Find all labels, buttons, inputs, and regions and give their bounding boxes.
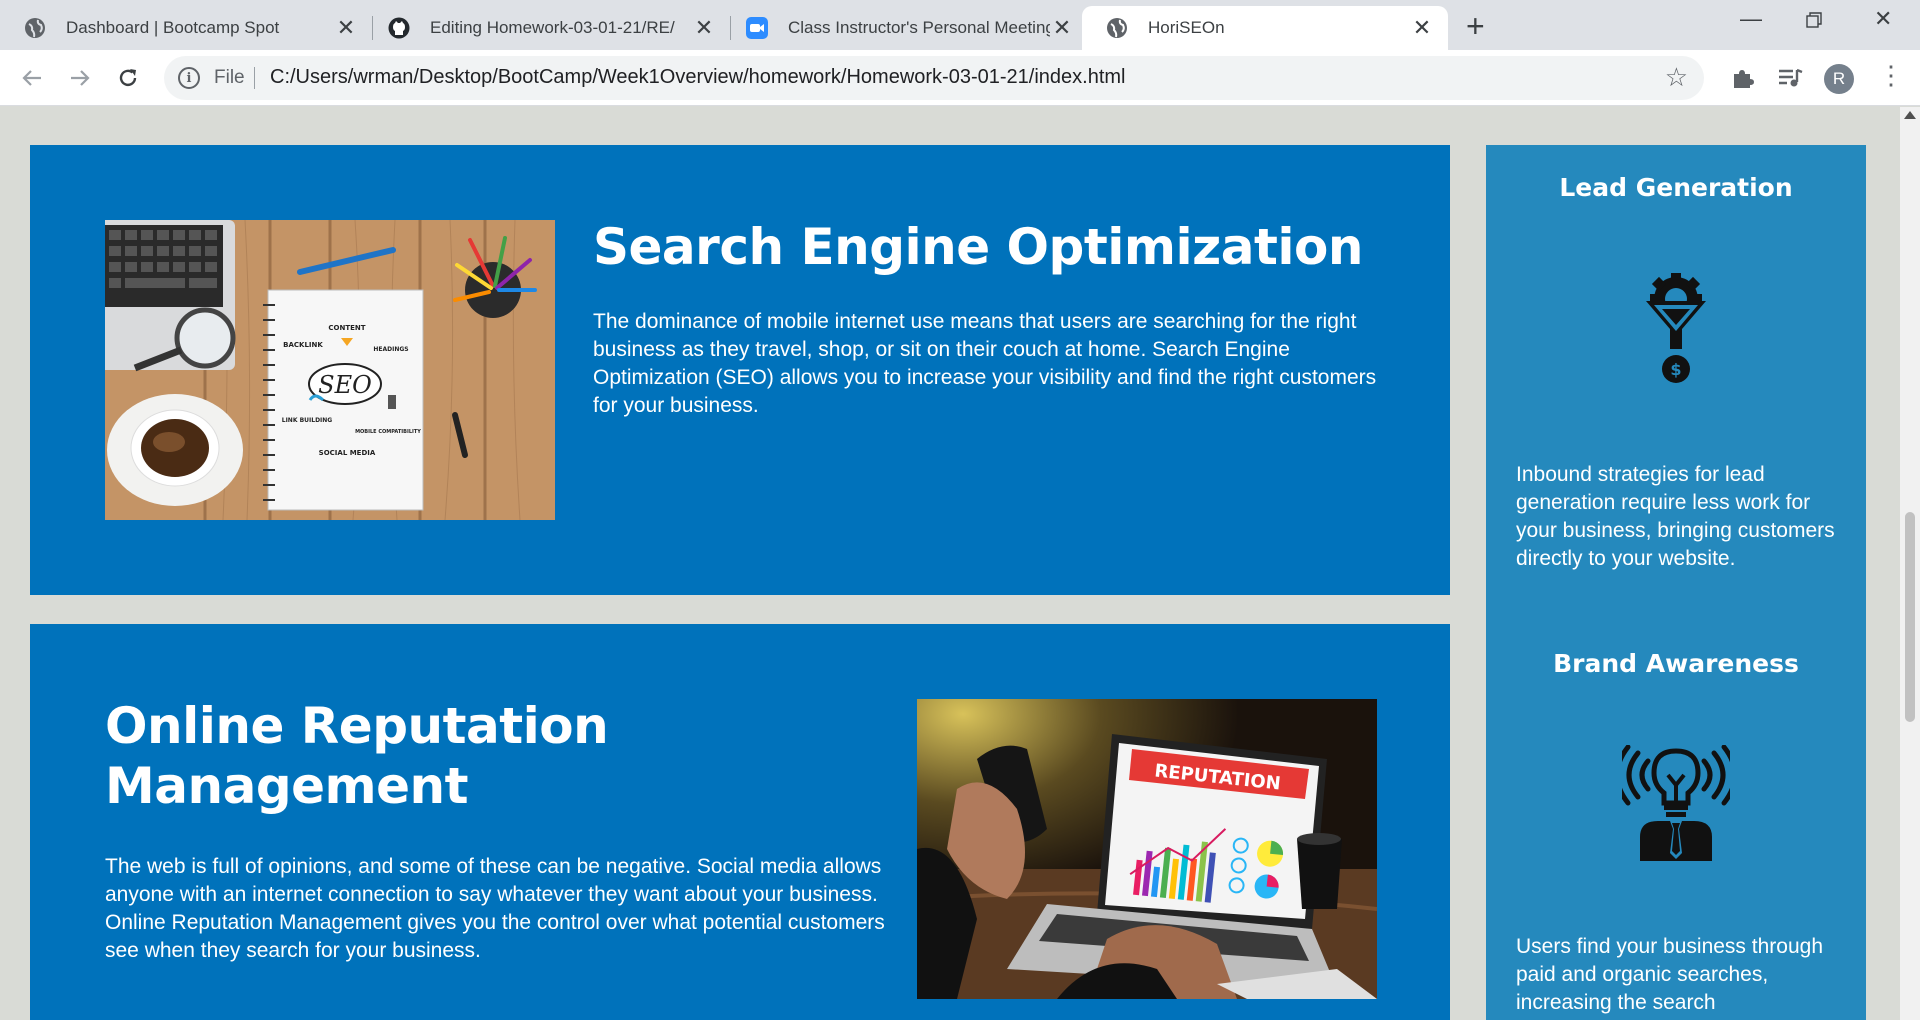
tab-zoom-meeting[interactable]: Class Instructor's Personal Meeting ✕ xyxy=(722,6,1088,50)
menu-kebab-icon[interactable]: ⋮ xyxy=(1878,60,1904,91)
seo-image-word: CONTENT xyxy=(328,324,365,332)
arrow-right-icon xyxy=(71,70,90,86)
url-text[interactable]: C:/Users/wrman/Desktop/BootCamp/Week1Ove… xyxy=(270,66,1126,89)
seo-image-word: SOCIAL MEDIA xyxy=(319,449,376,457)
new-tab-button[interactable]: + xyxy=(1466,8,1485,45)
close-tab-icon[interactable]: ✕ xyxy=(334,15,358,41)
seo-section: SEO CONTENT BACKLINK HEADINGS LINK BUILD… xyxy=(30,145,1450,595)
extensions-puzzle-icon[interactable] xyxy=(1728,64,1756,92)
close-tab-icon[interactable]: ✕ xyxy=(1410,15,1434,41)
orm-heading: Online Reputation Management xyxy=(105,696,609,816)
lead-generation-heading: Lead Generation xyxy=(1559,173,1793,202)
online-reputation-section: Online Reputation Management The web is … xyxy=(30,624,1450,1020)
github-icon xyxy=(388,17,410,39)
window-close-icon[interactable]: ✕ xyxy=(1874,6,1892,32)
brand-awareness-description: Users find your business through paid an… xyxy=(1516,935,1823,1014)
lead-funnel-icon: $ xyxy=(1640,273,1712,385)
tab-dashboard[interactable]: Dashboard | Bootcamp Spot ✕ xyxy=(0,6,372,50)
restore-icon[interactable] xyxy=(1806,8,1822,34)
globe-icon xyxy=(24,17,46,39)
tab-title: Dashboard | Bootcamp Spot xyxy=(66,18,280,37)
file-scheme-label: File xyxy=(214,67,245,88)
page-scrollbar[interactable] xyxy=(1900,107,1920,1020)
seo-heading: Search Engine Optimization xyxy=(593,218,1363,276)
benefits-sidebar: Lead Generation $ Inbound strategies for… xyxy=(1486,145,1866,1020)
orm-heading-line2: Management xyxy=(105,757,469,815)
brand-awareness-heading: Brand Awareness xyxy=(1553,649,1799,678)
tab-github[interactable]: Editing Homework-03-01-21/RE/ ✕ xyxy=(364,6,730,50)
minimize-icon[interactable]: — xyxy=(1740,6,1762,32)
address-bar[interactable]: i File C:/Users/wrman/Desktop/BootCamp/W… xyxy=(164,56,1704,100)
media-queue-icon[interactable] xyxy=(1776,64,1804,92)
browser-toolbar: i File C:/Users/wrman/Desktop/BootCamp/W… xyxy=(0,50,1920,106)
seo-image-word: SEO xyxy=(318,371,372,399)
orm-description: The web is full of opinions, and some of… xyxy=(105,855,885,962)
reload-icon xyxy=(119,69,137,87)
tab-title: HoriSEOn xyxy=(1148,18,1225,37)
lead-generation-description: Inbound strategies for lead generation r… xyxy=(1516,463,1835,570)
tab-title: Class Instructor's Personal Meeting xyxy=(788,18,1050,37)
close-tab-icon[interactable]: ✕ xyxy=(1050,15,1074,41)
seo-notebook-image: SEO CONTENT BACKLINK HEADINGS LINK BUILD… xyxy=(105,220,555,520)
globe-icon xyxy=(1106,17,1128,39)
seo-image-word: LINK BUILDING xyxy=(282,417,333,424)
tab-title: Editing Homework-03-01-21/RE/ xyxy=(430,18,675,37)
seo-image-word: BACKLINK xyxy=(283,341,323,349)
tab-strip: Dashboard | Bootcamp Spot ✕ Editing Home… xyxy=(0,0,1920,50)
seo-image-word: HEADINGS xyxy=(373,346,408,353)
omnibox-divider xyxy=(254,67,255,89)
svg-text:$: $ xyxy=(1670,360,1681,379)
page-viewport: SEO CONTENT BACKLINK HEADINGS LINK BUILD… xyxy=(0,107,1900,1020)
close-tab-icon[interactable]: ✕ xyxy=(692,15,716,41)
orm-laptop-image: REPUTATION xyxy=(917,699,1377,999)
arrow-left-icon xyxy=(22,70,41,86)
back-button[interactable] xyxy=(14,60,50,96)
seo-description: The dominance of mobile internet use mea… xyxy=(593,310,1377,417)
scroll-up-arrow-icon[interactable] xyxy=(1904,111,1916,119)
orm-heading-line1: Online Reputation xyxy=(105,697,609,755)
tab-horiseon[interactable]: HoriSEOn ✕ xyxy=(1082,6,1448,50)
info-icon[interactable]: i xyxy=(178,67,200,89)
idea-broadcast-icon xyxy=(1614,744,1738,861)
bookmark-star-icon[interactable]: ☆ xyxy=(1665,62,1688,93)
scroll-thumb[interactable] xyxy=(1905,512,1915,722)
reload-button[interactable] xyxy=(110,60,146,96)
forward-button[interactable] xyxy=(62,60,98,96)
profile-avatar[interactable]: R xyxy=(1824,64,1854,94)
zoom-icon xyxy=(746,17,768,39)
seo-image-word: MOBILE COMPATIBILITY xyxy=(355,429,421,435)
